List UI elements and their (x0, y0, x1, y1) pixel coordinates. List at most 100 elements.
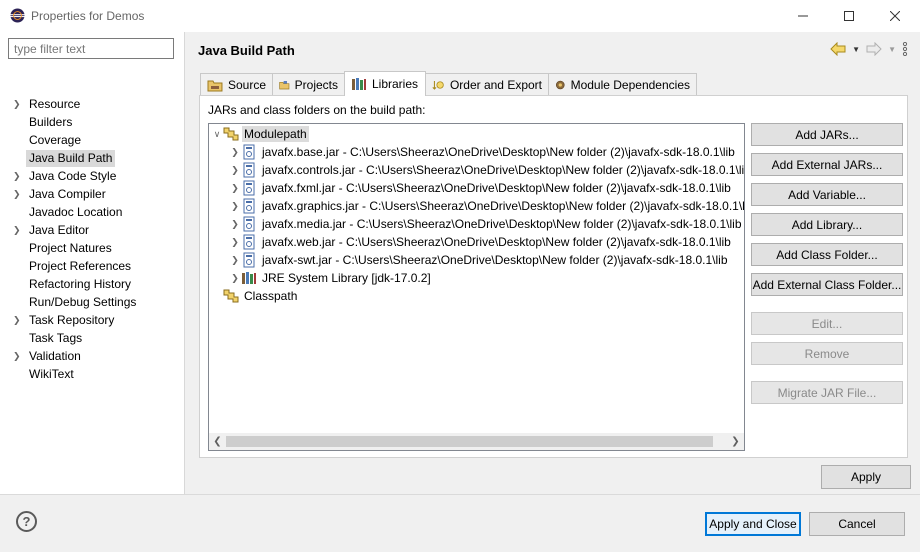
sidebar-item-java-editor[interactable]: Java Editor (26, 222, 92, 239)
scrollbar-thumb[interactable] (226, 436, 713, 447)
chevron-right-icon[interactable]: ❯ (229, 201, 241, 212)
sidebar-item-project-natures[interactable]: Project Natures (26, 240, 115, 257)
sidebar: type filter text ❯ Resource Builders Cov… (0, 32, 185, 494)
filter-input[interactable]: type filter text (8, 38, 174, 59)
tab-label: Libraries (372, 77, 419, 91)
scroll-left-icon[interactable]: ❮ (209, 433, 226, 450)
add-jars-button[interactable]: Add JARs... (751, 123, 903, 146)
forward-arrow-icon[interactable] (866, 41, 882, 57)
page-title: Java Build Path (198, 43, 295, 58)
jar-icon (241, 252, 257, 268)
jar-icon (241, 234, 257, 250)
modulepath-icon (223, 126, 239, 142)
tab-order-and-export[interactable]: Order and Export (425, 73, 549, 96)
chevron-right-icon[interactable]: ❯ (229, 273, 241, 284)
jar-icon (241, 162, 257, 178)
tree-label: javafx.fxml.jar - C:\Users\Sheeraz\OneDr… (262, 181, 731, 195)
tab-source[interactable]: Source (200, 73, 273, 96)
scroll-right-icon[interactable]: ❯ (727, 433, 744, 450)
add-external-jars-button[interactable]: Add External JARs... (751, 153, 903, 176)
maximize-button[interactable] (826, 0, 872, 32)
chevron-right-icon[interactable]: ❯ (229, 255, 241, 266)
sidebar-item-task-repository[interactable]: Task Repository (26, 312, 117, 329)
chevron-down-icon[interactable]: ∨ (211, 129, 223, 140)
sidebar-item-run-debug-settings[interactable]: Run/Debug Settings (26, 294, 139, 311)
jar-icon (241, 216, 257, 232)
main-content: Java Build Path ▼ ▼ Source Projects Libr… (186, 32, 920, 494)
add-external-class-folder-button[interactable]: Add External Class Folder... (751, 273, 903, 296)
sidebar-item-builders[interactable]: Builders (26, 114, 75, 131)
cancel-button[interactable]: Cancel (809, 512, 905, 536)
tab-libraries[interactable]: Libraries (344, 71, 426, 96)
build-path-tree[interactable]: ∨ Modulepath ❯ javafx.base.jar - C:\User… (208, 123, 745, 451)
sidebar-item-project-references[interactable]: Project References (26, 258, 134, 275)
window-title: Properties for Demos (31, 9, 145, 23)
chevron-right-icon[interactable]: ❯ (229, 237, 241, 248)
tree-row-jar[interactable]: ❯ javafx-swt.jar - C:\Users\Sheeraz\OneD… (229, 251, 730, 269)
more-icon[interactable] (902, 41, 908, 57)
sidebar-item-java-build-path[interactable]: Java Build Path (26, 150, 116, 167)
tree-label: javafx.controls.jar - C:\Users\Sheeraz\O… (262, 163, 745, 177)
module-dependencies-icon (555, 80, 565, 90)
sidebar-item-wikitext[interactable]: WikiText (26, 366, 77, 383)
minimize-button[interactable] (780, 0, 826, 32)
page-toolbar: ▼ ▼ (830, 41, 908, 57)
jar-icon (241, 180, 257, 196)
sidebar-item-validation[interactable]: Validation (26, 348, 84, 365)
tab-label: Source (227, 78, 266, 92)
migrate-jar-button[interactable]: Migrate JAR File... (751, 381, 903, 404)
sidebar-item-javadoc-location[interactable]: Javadoc Location (26, 204, 125, 221)
add-library-button[interactable]: Add Library... (751, 213, 903, 236)
sidebar-item-java-compiler[interactable]: Java Compiler (26, 186, 109, 203)
close-button[interactable] (872, 0, 918, 32)
chevron-right-icon[interactable]: ❯ (229, 183, 241, 194)
sidebar-item-refactoring-history[interactable]: Refactoring History (26, 276, 134, 293)
tree-row-jar[interactable]: ❯ javafx.fxml.jar - C:\Users\Sheeraz\One… (229, 179, 733, 197)
tree-row-jar[interactable]: ❯ javafx.media.jar - C:\Users\Sheeraz\On… (229, 215, 744, 233)
maximize-icon (844, 11, 854, 21)
tab-module-dependencies[interactable]: Module Dependencies (548, 73, 697, 96)
horizontal-scrollbar[interactable]: ❮ ❯ (209, 433, 744, 450)
tree-label: Modulepath (242, 126, 309, 142)
order-export-icon (432, 80, 444, 90)
sidebar-item-task-tags[interactable]: Task Tags (26, 330, 85, 347)
chevron-right-icon[interactable]: ❯ (229, 147, 241, 158)
tab-label: Projects (294, 78, 338, 92)
tree-row-modulepath[interactable]: ∨ Modulepath (211, 125, 309, 143)
tree-row-classpath[interactable]: Classpath (211, 287, 299, 305)
title-bar: Properties for Demos (0, 0, 920, 32)
dropdown-icon[interactable]: ▼ (888, 41, 896, 57)
tree-label: Classpath (244, 289, 298, 303)
chevron-right-icon[interactable]: ❯ (13, 222, 23, 239)
chevron-right-icon[interactable]: ❯ (13, 168, 23, 185)
add-variable-button[interactable]: Add Variable... (751, 183, 903, 206)
dropdown-icon[interactable]: ▼ (852, 41, 860, 57)
apply-and-close-button[interactable]: Apply and Close (705, 512, 801, 536)
tree-row-jar[interactable]: ❯ javafx.base.jar - C:\Users\Sheeraz\One… (229, 143, 737, 161)
chevron-right-icon[interactable]: ❯ (229, 219, 241, 230)
chevron-right-icon[interactable]: ❯ (13, 96, 23, 113)
minimize-icon (798, 15, 808, 17)
tree-row-jar[interactable]: ❯ javafx.graphics.jar - C:\Users\Sheeraz… (229, 197, 744, 215)
chevron-right-icon[interactable]: ❯ (13, 312, 23, 329)
tree-row-jar[interactable]: ❯ javafx.web.jar - C:\Users\Sheeraz\OneD… (229, 233, 733, 251)
apply-button[interactable]: Apply (821, 465, 911, 489)
jar-icon (241, 144, 257, 160)
tab-label: Order and Export (449, 78, 542, 92)
sidebar-item-coverage[interactable]: Coverage (26, 132, 84, 149)
add-class-folder-button[interactable]: Add Class Folder... (751, 243, 903, 266)
sidebar-item-java-code-style[interactable]: Java Code Style (26, 168, 119, 185)
tree-row-jre[interactable]: ❯ JRE System Library [jdk-17.0.2] (229, 269, 433, 287)
sidebar-item-resource[interactable]: Resource (26, 96, 83, 113)
remove-button[interactable]: Remove (751, 342, 903, 365)
chevron-right-icon[interactable]: ❯ (229, 165, 241, 176)
tree-label: javafx.web.jar - C:\Users\Sheeraz\OneDri… (262, 235, 731, 249)
edit-button[interactable]: Edit... (751, 312, 903, 335)
tree-row-jar[interactable]: ❯ javafx.controls.jar - C:\Users\Sheeraz… (229, 161, 745, 179)
back-arrow-icon[interactable] (830, 41, 846, 57)
chevron-right-icon[interactable]: ❯ (13, 186, 23, 203)
close-icon (890, 11, 900, 21)
tab-projects[interactable]: Projects (272, 73, 345, 96)
chevron-right-icon[interactable]: ❯ (13, 348, 23, 365)
help-icon[interactable]: ? (16, 511, 37, 532)
